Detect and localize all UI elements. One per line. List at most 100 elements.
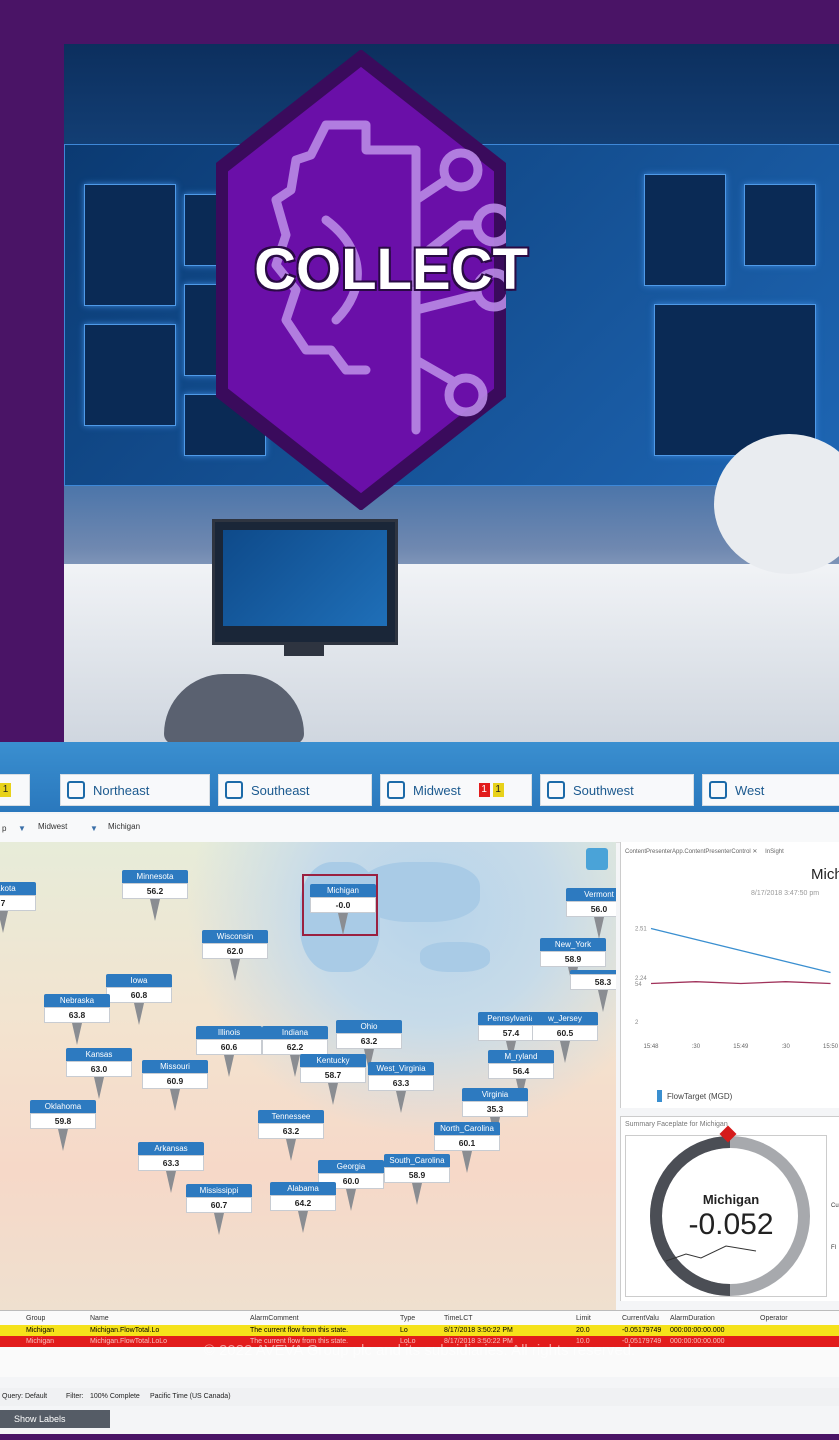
map-pin-oklahoma[interactable]: Oklahoma 59.8: [30, 1100, 96, 1151]
tab-midwest[interactable]: Midwest 1 1: [380, 774, 532, 806]
pin-name: Illinois: [196, 1026, 262, 1039]
tab-southwest[interactable]: Southwest: [540, 774, 694, 806]
pin-pointer: [286, 1139, 296, 1161]
pin-value: 60.5: [532, 1025, 598, 1041]
map-pin-tennessee[interactable]: Tennessee 63.2: [258, 1110, 324, 1161]
pin-value: 62.0: [202, 943, 268, 959]
map-pin-missouri[interactable]: Missouri 60.9: [142, 1060, 208, 1111]
breadcrumb-item[interactable]: Michigan: [108, 822, 140, 831]
pin-pointer: [290, 1055, 300, 1077]
lake-huron: [360, 862, 480, 922]
pin-pointer: [94, 1077, 104, 1099]
trend-chart-panel: ContentPresenterApp.ContentPresenterCont…: [620, 842, 839, 1108]
summary-faceplate: Summary Faceplate for Michigan Michigan …: [620, 1116, 839, 1301]
x-tick-label: 15:50: [823, 1044, 839, 1050]
map-pin-vermont[interactable]: Vermont 56.0: [566, 888, 616, 939]
pin-name: M_ryland: [488, 1050, 554, 1063]
lake-erie: [420, 942, 490, 972]
chevron-down-icon[interactable]: ▼: [90, 824, 98, 833]
pin-pointer: [72, 1023, 82, 1045]
chart-tab-label[interactable]: InSight: [765, 849, 784, 855]
column-header[interactable]: Type: [400, 1313, 415, 1324]
chart-tab-label[interactable]: ContentPresenterApp.ContentPresenterCont…: [625, 849, 751, 855]
pin-name: Michigan: [310, 884, 376, 897]
column-header[interactable]: Limit: [576, 1313, 591, 1324]
tab-label: Southwest: [573, 782, 634, 798]
legend-label: FlowTarget (MGD): [667, 1092, 733, 1101]
wall-panel: [644, 174, 726, 286]
map-pin-iowa[interactable]: Iowa 60.8: [106, 974, 172, 1025]
tab-southeast[interactable]: Southeast: [218, 774, 372, 806]
column-header[interactable]: Operator: [760, 1313, 788, 1324]
side-label: Fl: [831, 1245, 836, 1251]
map-pin-kentucky[interactable]: Kentucky 58.7: [300, 1054, 366, 1105]
alarm-badge: 1: [492, 783, 504, 797]
pin-name: Ohio: [336, 1020, 402, 1033]
map-pin-minnesota[interactable]: Minnesota 56.2: [122, 870, 188, 921]
column-header[interactable]: AlarmComment: [250, 1313, 299, 1324]
table-cell: Lo: [400, 1327, 408, 1334]
column-header[interactable]: AlarmDuration: [670, 1313, 715, 1324]
pin-pointer: [134, 1003, 144, 1025]
pin-value: 63.0: [66, 1061, 132, 1077]
tab-label: West: [735, 782, 765, 798]
map-pin-kansas[interactable]: Kansas 63.0: [66, 1048, 132, 1099]
pin-name: Georgia: [318, 1160, 384, 1173]
breadcrumb-item[interactable]: p: [2, 824, 6, 833]
breadcrumb-item[interactable]: Midwest: [38, 822, 67, 831]
table-cell: Michigan.FlowTotal.Lo: [90, 1327, 160, 1334]
pin-value: 63.3: [368, 1075, 434, 1091]
map-pin-dakota[interactable]: Dakota7: [0, 882, 36, 933]
y-tick-label: 2: [635, 1020, 639, 1026]
pin-value: 35.3: [462, 1101, 528, 1117]
pin-value: 60.8: [106, 987, 172, 1003]
table-cell: -0.05179749: [622, 1327, 662, 1334]
chart-timestamp: 8/17/2018 3:47:50 pm: [751, 890, 820, 897]
grid-icon: [67, 781, 85, 799]
chevron-down-icon[interactable]: ▼: [18, 824, 26, 833]
map-pin-west_virginia[interactable]: West_Virginia 63.3: [368, 1062, 434, 1113]
map-pin-alabama[interactable]: Alabama 64.2: [270, 1182, 336, 1233]
pin-name: Minnesota: [122, 870, 188, 883]
pin-pointer: [412, 1183, 422, 1205]
column-header[interactable]: Group: [26, 1313, 45, 1324]
wall-panel: [84, 324, 176, 426]
side-label: Cu: [831, 1203, 839, 1209]
map-pin-wisconsin[interactable]: Wisconsin 62.0: [202, 930, 268, 981]
close-icon[interactable]: ✕: [752, 849, 757, 855]
map-pin-mississippi[interactable]: Mississippi 60.7: [186, 1184, 252, 1235]
map-pin-nebraska[interactable]: Nebraska 63.8: [44, 994, 110, 1045]
grid-icon: [225, 781, 243, 799]
show-labels-button[interactable]: Show Labels: [0, 1410, 110, 1428]
pin-pointer: [298, 1211, 308, 1233]
wall-panel: [84, 184, 176, 306]
monitor: [212, 519, 398, 645]
pin-value: 64.2: [270, 1195, 336, 1211]
tab-northeast[interactable]: Northeast: [60, 774, 210, 806]
column-header[interactable]: TimeLCT: [444, 1313, 473, 1324]
layers-icon[interactable]: [586, 848, 608, 870]
column-header[interactable]: CurrentValu: [622, 1313, 659, 1324]
map-pin-michigan[interactable]: Michigan -0.0: [310, 884, 376, 935]
region-map[interactable]: Dakota7 Minnesota56.2 Wisconsin62.0 Michiga…: [0, 842, 616, 1310]
map-pin-south_carolina[interactable]: South_Carolina 58.9: [384, 1154, 450, 1205]
copyright-watermark: © 2022 AVEVA Group plc and its subsidiar…: [203, 1342, 636, 1359]
table-row[interactable]: Michigan Michigan.FlowTotal.Lo The curre…: [0, 1325, 839, 1336]
status-timezone: Pacific Time (US Canada): [150, 1393, 231, 1400]
tab-region-0[interactable]: 1: [0, 774, 30, 806]
map-pin-unnamed[interactable]: 58.3: [570, 970, 616, 1012]
pin-name: Tennessee: [258, 1110, 324, 1123]
trend-chart: 15:48:30 15:49:30 15:502.512.24542: [635, 927, 839, 1051]
grid-icon: [387, 781, 405, 799]
series-line-0: [650, 927, 831, 974]
pin-name: Nebraska: [44, 994, 110, 1007]
bottom-band: [0, 1434, 839, 1440]
pin-name: North_Carolina: [434, 1122, 500, 1135]
pin-value: 56.0: [566, 901, 616, 917]
x-tick-label: :30: [692, 1044, 701, 1050]
table-cell: Michigan: [26, 1327, 55, 1334]
tab-west[interactable]: West: [702, 774, 839, 806]
breadcrumb: p ▼ Midwest ▼ Michigan: [0, 814, 839, 843]
column-header[interactable]: Name: [90, 1313, 109, 1324]
x-tick-label: :30: [781, 1044, 790, 1050]
